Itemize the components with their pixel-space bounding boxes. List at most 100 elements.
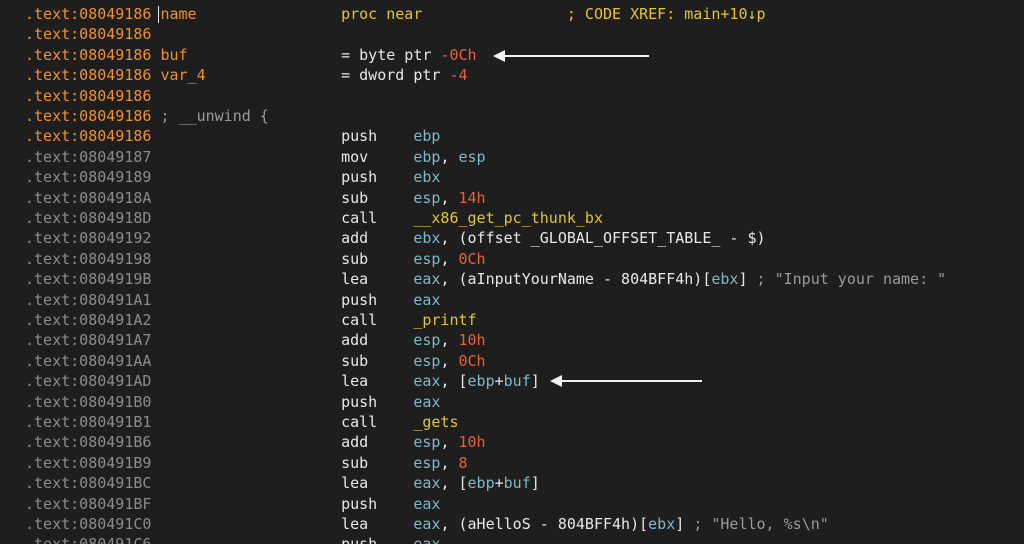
disassembly-line[interactable]: .text:080491B6 add esp, 10h [0, 432, 1024, 452]
line-address[interactable]: .text:080491AA [25, 352, 151, 370]
disassembly-line[interactable]: .text:0804918D call __x86_get_pc_thunk_b… [0, 208, 1024, 228]
disassembly-line[interactable]: .text:08049186 [0, 24, 1024, 44]
disassembly-line[interactable]: .text:080491BC lea eax, [ebp+buf] [0, 473, 1024, 493]
disassembly-line[interactable]: .text:080491B9 sub esp, 8 [0, 453, 1024, 473]
line-token: sub [341, 453, 414, 472]
line-token: , (aInputYourName - 804BFF4h)[ [440, 270, 712, 289]
disassembly-line[interactable]: .text:080491AA sub esp, 0Ch [0, 351, 1024, 371]
disassembly-line[interactable]: .text:08049198 sub esp, 0Ch [0, 249, 1024, 269]
line-token: eax [413, 494, 441, 513]
line-token [151, 311, 341, 329]
line-address[interactable]: .text:08049186 [25, 25, 151, 43]
disassembly-view[interactable]: .text:08049186 name proc near ; CODE XRE… [0, 0, 1024, 544]
line-token: _printf [413, 311, 477, 329]
disassembly-line[interactable]: .text:080491A2 call _printf [0, 310, 1024, 330]
line-token: ] [675, 515, 694, 533]
line-address[interactable]: .text:08049186 [25, 107, 151, 125]
line-address[interactable]: .text:08049186 [25, 46, 151, 64]
line-token [151, 168, 341, 186]
line-token: name [151, 5, 197, 23]
line-address[interactable]: .text:08049192 [25, 229, 151, 247]
disassembly-line[interactable]: .text:080491B1 call _gets [0, 412, 1024, 432]
line-token: push [341, 290, 414, 309]
line-token: eax [413, 290, 441, 309]
line-token: proc near [341, 5, 423, 23]
disassembly-line[interactable]: .text:08049186 buf = byte ptr -0Ch [0, 45, 1024, 65]
disassembly-line[interactable]: .text:080491C0 lea eax, (aHelloS - 804BF… [0, 514, 1024, 534]
line-token: _gets [413, 413, 459, 431]
line-token [151, 250, 341, 268]
line-token: eax [413, 474, 441, 493]
line-token [151, 393, 341, 411]
line-address[interactable]: .text:080491BF [25, 495, 151, 513]
line-token: -0Ch [440, 45, 477, 64]
line-token: 0Ch [458, 249, 486, 268]
line-token: , [440, 453, 459, 472]
line-token: ebx [413, 168, 441, 187]
line-token: , [440, 433, 459, 452]
line-address[interactable]: .text:08049198 [25, 250, 151, 268]
line-address[interactable]: .text:080491BC [25, 474, 151, 492]
line-token: ; "Hello, %s\n" [693, 515, 829, 533]
line-token: push [341, 168, 414, 187]
disassembly-line[interactable]: .text:08049186 [0, 86, 1024, 106]
line-token [151, 433, 341, 451]
line-token: , [ [440, 474, 468, 493]
line-address[interactable]: .text:080491A2 [25, 311, 151, 329]
line-address[interactable]: .text:080491AD [25, 372, 151, 390]
line-token [151, 474, 341, 492]
line-address[interactable]: .text:080491C0 [25, 515, 151, 533]
line-address[interactable]: .text:080491B6 [25, 433, 151, 451]
line-token: ; "Input your name: " [756, 270, 947, 289]
line-token: push [341, 535, 413, 544]
line-token: esp [413, 249, 441, 268]
line-token: sub [341, 351, 414, 370]
disassembly-line[interactable]: .text:08049189 push ebx [0, 167, 1024, 187]
line-token: = dword ptr [341, 66, 450, 85]
disassembly-line[interactable]: .text:080491A1 push eax [0, 290, 1024, 310]
line-address[interactable]: .text:08049186 [25, 87, 151, 105]
line-token: push [341, 127, 414, 146]
line-token: ebx [648, 515, 676, 533]
disassembly-line[interactable]: .text:0804918A sub esp, 14h [0, 188, 1024, 208]
line-address[interactable]: .text:08049186 [25, 5, 151, 23]
line-address[interactable]: .text:080491B9 [25, 454, 151, 472]
disassembly-line[interactable]: .text:08049186 var_4 = dword ptr -4 [0, 65, 1024, 85]
line-token: + [494, 372, 504, 391]
line-address[interactable]: .text:0804918A [25, 189, 151, 207]
line-address[interactable]: .text:0804918D [25, 209, 151, 227]
line-token [151, 291, 341, 309]
line-address[interactable]: .text:08049186 [25, 66, 151, 84]
disassembly-line[interactable]: .text:0804919B lea eax, (aInputYourName … [0, 269, 1024, 289]
line-token: __x86_get_pc_thunk_bx [413, 209, 603, 227]
line-address[interactable]: .text:080491B0 [25, 393, 151, 411]
line-address[interactable]: .text:080491A7 [25, 331, 151, 349]
line-address[interactable]: .text:08049189 [25, 168, 151, 186]
line-token: ebp [413, 127, 441, 146]
disassembly-line[interactable]: .text:08049186 push ebp [0, 126, 1024, 146]
disassembly-line[interactable]: .text:080491BF push eax [0, 494, 1024, 514]
disassembly-line[interactable]: .text:080491A7 add esp, 10h [0, 330, 1024, 350]
line-token [151, 270, 341, 288]
disassembly-line[interactable]: .text:080491AD lea eax, [ebp+buf] [0, 371, 1024, 391]
line-token: push [341, 392, 414, 411]
disassembly-line[interactable]: .text:080491C6 push eax [0, 534, 1024, 544]
line-address[interactable]: .text:08049186 [25, 127, 151, 145]
line-token: eax [413, 270, 441, 289]
disassembly-line[interactable]: .text:080491B0 push eax [0, 392, 1024, 412]
line-token [422, 5, 567, 23]
disassembly-line[interactable]: .text:08049186 ; __unwind { [0, 106, 1024, 126]
disassembly-line[interactable]: .text:08049187 mov ebp, esp [0, 147, 1024, 167]
line-address[interactable]: .text:0804919B [25, 270, 151, 288]
line-address[interactable]: .text:080491C6 [25, 535, 151, 544]
line-token [151, 413, 341, 431]
line-token: lea [341, 474, 414, 493]
line-token: esp [413, 433, 441, 452]
disassembly-line[interactable]: .text:08049192 add ebx, (offset _GLOBAL_… [0, 228, 1024, 248]
line-address[interactable]: .text:080491B1 [25, 413, 151, 431]
disassembly-line[interactable]: .text:08049186 name proc near ; CODE XRE… [0, 4, 1024, 24]
line-token: 14h [458, 188, 486, 207]
line-address[interactable]: .text:08049187 [25, 148, 151, 166]
line-address[interactable]: .text:080491A1 [25, 291, 151, 309]
line-token: ebp [413, 147, 441, 166]
